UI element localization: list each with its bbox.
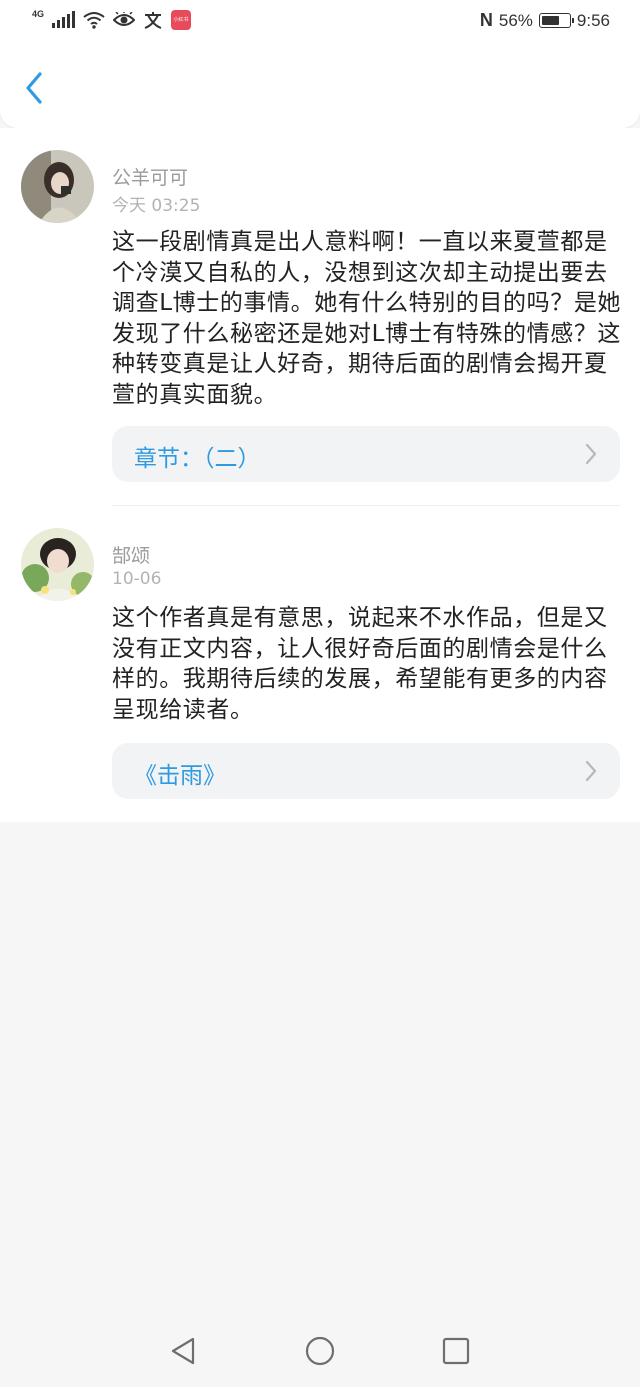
avatar[interactable] [21,528,94,601]
avatar[interactable] [21,150,94,223]
nav-recents-button[interactable] [436,1331,476,1371]
battery-percent: 56% [498,10,533,30]
nfc-icon: N [479,10,493,30]
comment-username: 郜颂 [112,545,151,567]
nav-home-button[interactable] [300,1331,340,1371]
chevron-right-icon [585,760,597,782]
system-nav-bar [0,1315,640,1387]
status-bar: 4G 小红书 N 56% 9:56 [0,0,640,44]
network-type: 4G [32,8,45,19]
book-link[interactable]: 《击雨》 [112,743,620,799]
battery-icon [538,13,574,28]
status-left: 4G 小红书 [32,8,192,30]
chevron-left-icon [26,72,42,104]
comment-content: 这个作者真是有意思，说起来不水作品，但是又没有正文内容，让人很好奇后面的剧情会是… [112,605,608,723]
status-right: N 56% 9:56 [480,10,610,31]
wifi-icon [83,12,105,29]
home-circle-icon [305,1336,335,1366]
recents-square-icon [442,1337,470,1365]
divider [112,505,620,506]
top-bar [0,44,640,128]
back-triangle-icon [171,1337,195,1365]
comment-timestamp: 10-06 [112,569,162,589]
nav-back-button[interactable] [163,1331,203,1371]
clock: 9:56 [576,10,610,30]
book-link-label: 《击雨》 [134,763,226,789]
eye-icon [113,12,136,26]
chapter-link-label: 章节：（二） [134,446,261,472]
comment-content: 这一段剧情真是出人意料啊！一直以来夏萱都是个冷漠又自私的人，没想到这次却主动提出… [112,229,622,408]
text-icon [144,12,162,29]
app-notification-icon: 小红书 [171,10,192,30]
chevron-right-icon [585,443,597,465]
chapter-link[interactable]: 章节：（二） [112,426,620,482]
comment-list: 公羊可可 今天 03:25 这一段剧情真是出人意料啊！一直以来夏萱都是个冷漠又自… [0,128,640,822]
back-button[interactable] [14,68,54,108]
signal-icon [52,11,76,28]
comment-timestamp: 今天 03:25 [112,196,201,216]
comment-username: 公羊可可 [112,167,189,189]
